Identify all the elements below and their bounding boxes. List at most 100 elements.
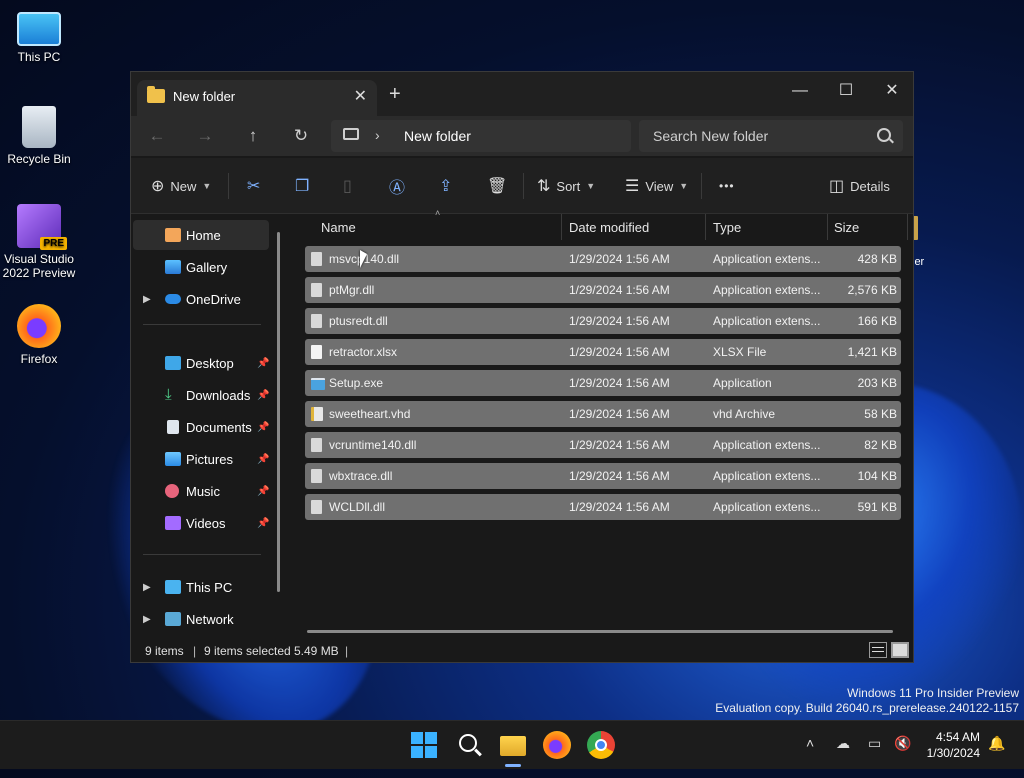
taskbar-search-button[interactable] — [456, 731, 484, 759]
details-view-button[interactable] — [869, 642, 887, 658]
sidebar-item-pictures[interactable]: Pictures 📌 — [133, 444, 269, 474]
chevron-right-icon[interactable]: ▶ — [143, 294, 151, 305]
desktop-icon-recycle-bin[interactable]: Recycle Bin — [0, 106, 78, 166]
clock-time: 4:54 AM — [935, 730, 980, 744]
sidebar-item-network[interactable]: ▶ Network — [133, 604, 269, 634]
tab-close-button[interactable]: ✕ — [354, 86, 367, 106]
taskbar-file-explorer[interactable] — [499, 731, 527, 767]
file-row[interactable]: ptusredt.dll 1/29/2024 1:56 AM Applicati… — [305, 308, 901, 334]
column-header-date[interactable]: Date modified — [569, 214, 649, 242]
network-icon — [165, 612, 181, 626]
chevron-right-icon[interactable]: › — [375, 127, 380, 143]
cut-button[interactable]: ✂ — [247, 175, 260, 197]
visual-studio-icon: PRE — [17, 204, 67, 250]
sidebar-item-desktop[interactable]: Desktop 📌 — [133, 348, 269, 378]
sidebar-item-videos[interactable]: Videos 📌 — [133, 508, 269, 538]
desktop-icon-visual-studio[interactable]: PRE Visual Studio 2022 Preview — [0, 204, 78, 280]
file-row[interactable]: ptMgr.dll 1/29/2024 1:56 AM Application … — [305, 277, 901, 303]
monitor-icon — [165, 580, 181, 594]
file-row[interactable]: WCLDll.dll 1/29/2024 1:56 AM Application… — [305, 494, 901, 520]
desktop-icon-firefox[interactable]: Firefox — [0, 304, 78, 366]
file-size: 2,576 KB — [847, 283, 897, 297]
file-row[interactable]: vcruntime140.dll 1/29/2024 1:56 AM Appli… — [305, 432, 901, 458]
taskbar-chrome-icon[interactable] — [587, 731, 615, 759]
rename-icon: Ⓐ — [389, 180, 406, 197]
pin-icon[interactable]: 📌 — [257, 358, 269, 369]
pin-icon[interactable]: 📌 — [257, 422, 269, 433]
file-row[interactable]: Setup.exe 1/29/2024 1:56 AM Application … — [305, 370, 901, 396]
forward-arrow-icon[interactable]: → — [191, 124, 219, 148]
system-clock[interactable]: 4:54 AM 1/30/2024 — [927, 729, 980, 761]
address-bar[interactable]: › New folder — [331, 120, 631, 152]
sidebar-item-this-pc[interactable]: ▶ This PC — [133, 572, 269, 602]
delete-button[interactable]: 🗑 — [487, 175, 507, 197]
file-row[interactable]: wbxtrace.dll 1/29/2024 1:56 AM Applicati… — [305, 463, 901, 489]
chevron-down-icon: ▼ — [679, 181, 689, 191]
view-button[interactable]: ☰ View ▼ — [625, 175, 688, 197]
maximize-button[interactable]: ☐ — [823, 76, 869, 106]
new-button-label: New — [170, 178, 197, 194]
selection-count: 9 items selected — [204, 644, 291, 658]
tiles-view-button[interactable] — [891, 642, 909, 658]
taskbar-firefox-icon[interactable] — [543, 731, 571, 759]
copy-button[interactable]: ❐ — [295, 175, 309, 197]
search-box[interactable]: Search New folder — [639, 120, 903, 152]
search-input[interactable]: Search New folder — [653, 128, 768, 144]
sidebar-item-downloads[interactable]: ⤓ Downloads 📌 — [133, 380, 269, 410]
pin-icon[interactable]: 📌 — [257, 454, 269, 465]
file-row[interactable]: sweetheart.vhd 1/29/2024 1:56 AM vhd Arc… — [305, 401, 901, 427]
file-row[interactable]: retractor.xlsx 1/29/2024 1:56 AM XLSX Fi… — [305, 339, 901, 365]
notification-bell-icon[interactable]: 🔔 — [988, 735, 1005, 752]
sidebar-item-documents[interactable]: Documents 📌 — [133, 412, 269, 442]
refresh-icon[interactable]: ↻ — [287, 124, 315, 148]
network-icon[interactable]: ▭ — [868, 735, 881, 752]
file-date: 1/29/2024 1:56 AM — [569, 376, 670, 390]
rename-button[interactable]: Ⓐ — [389, 175, 405, 197]
sidebar-item-gallery[interactable]: Gallery — [133, 252, 269, 282]
start-button[interactable] — [411, 732, 437, 758]
share-button[interactable]: ⇪ — [439, 175, 452, 197]
document-file-icon — [311, 345, 322, 359]
show-hidden-icons-chevron-icon[interactable]: ˄ — [806, 735, 814, 751]
details-pane-button[interactable]: ◫ Details — [829, 175, 890, 197]
pin-icon[interactable]: 📌 — [257, 486, 269, 497]
column-header-name[interactable]: Name — [321, 214, 356, 242]
minimize-button[interactable]: — — [777, 76, 823, 106]
close-button[interactable]: ✕ — [869, 76, 915, 106]
trash-icon: 🗑 — [487, 178, 508, 195]
column-divider[interactable] — [561, 214, 562, 240]
dll-file-icon — [311, 314, 322, 328]
sidebar-item-onedrive[interactable]: ▶ OneDrive — [133, 284, 269, 314]
column-divider[interactable] — [827, 214, 828, 240]
column-divider[interactable] — [705, 214, 706, 240]
pin-icon[interactable]: 📌 — [257, 390, 269, 401]
column-divider[interactable] — [907, 214, 908, 240]
back-arrow-icon[interactable]: ← — [143, 124, 171, 148]
new-button[interactable]: ⊕ New ▼ — [151, 175, 211, 197]
up-arrow-icon[interactable]: ↑ — [239, 124, 267, 148]
firefox-icon — [17, 304, 61, 348]
breadcrumb-new-folder[interactable]: New folder — [404, 128, 471, 144]
sidebar-scrollbar[interactable] — [277, 232, 280, 592]
desktop-icon-this-pc[interactable]: This PC — [0, 8, 78, 64]
column-header-size[interactable]: Size — [834, 214, 859, 242]
sort-button[interactable]: ⇅ Sort ▼ — [537, 175, 595, 197]
chevron-right-icon[interactable]: ▶ — [143, 582, 151, 593]
chevron-right-icon[interactable]: ▶ — [143, 614, 151, 625]
column-header-type[interactable]: Type — [713, 214, 741, 242]
volume-muted-icon[interactable]: 🔇 — [894, 735, 911, 752]
more-options-button[interactable]: ••• — [719, 175, 735, 197]
file-size: 82 KB — [864, 438, 897, 452]
toolbar-divider — [523, 173, 524, 199]
paste-button[interactable]: ▯ — [343, 175, 352, 197]
sidebar-item-home[interactable]: Home — [133, 220, 269, 250]
new-tab-button[interactable]: + — [389, 84, 401, 104]
cloud-offline-icon[interactable]: ☁ — [836, 735, 850, 752]
pin-icon[interactable]: 📌 — [257, 518, 269, 529]
sidebar-item-music[interactable]: Music 📌 — [133, 476, 269, 506]
file-row[interactable]: msvcp140.dll 1/29/2024 1:56 AM Applicati… — [305, 246, 901, 272]
sidebar-divider — [143, 554, 261, 555]
tab-new-folder[interactable]: New folder ✕ — [137, 80, 377, 116]
recycle-bin-icon — [22, 106, 56, 148]
horizontal-scrollbar[interactable] — [307, 630, 893, 633]
